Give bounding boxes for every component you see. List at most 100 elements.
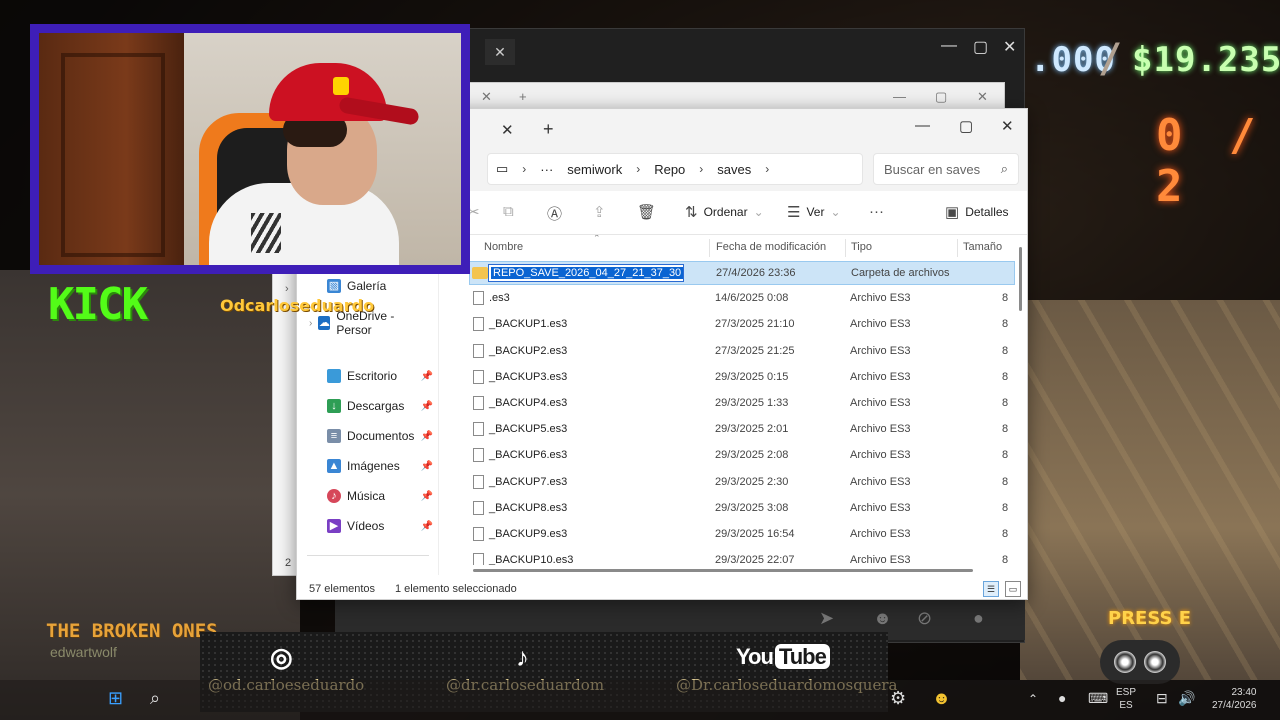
- file-date: 29/3/2025 16:54: [715, 528, 795, 540]
- add-tab-icon[interactable]: +: [543, 119, 554, 140]
- column-type[interactable]: Tipo: [851, 241, 872, 253]
- youtube-logo-a: You: [736, 644, 774, 669]
- chevron-right-icon[interactable]: ›: [765, 162, 769, 176]
- file-row[interactable]: _BACKUP6.es3 29/3/2025 2:08 Archivo ES3 8: [469, 444, 1015, 468]
- file-row[interactable]: _BACKUP3.es3 29/3/2025 0:15 Archivo ES3 8: [469, 366, 1015, 390]
- language-indicator[interactable]: ESP ES: [1116, 686, 1136, 712]
- file-row[interactable]: _BACKUP9.es3 29/3/2025 16:54 Archivo ES3 8: [469, 523, 1015, 547]
- file-row[interactable]: _BACKUP7.es3 29/3/2025 2:30 Archivo ES3 8: [469, 471, 1015, 495]
- breadcrumb-item[interactable]: saves: [717, 162, 751, 177]
- file-list: Nombre ⌃ Fecha de modificación Tipo Tama…: [469, 235, 1015, 565]
- minimize-icon[interactable]: —: [941, 37, 957, 55]
- file-type: Archivo ES3: [850, 344, 911, 357]
- chevron-right-icon: ›: [636, 162, 641, 176]
- minimize-icon[interactable]: —: [893, 89, 906, 104]
- selection-count: 1 elemento seleccionado: [395, 583, 517, 595]
- keyboard-icon[interactable]: ⌨: [1088, 690, 1108, 707]
- attach-icon[interactable]: ⊘: [917, 608, 932, 629]
- view-button[interactable]: ☰ Ver ⌄: [787, 203, 841, 221]
- column-divider[interactable]: [957, 239, 958, 257]
- file-name: .es3: [489, 292, 510, 305]
- folder-row[interactable]: REPO_SAVE_2026_04_27_21_37_30 27/4/2026 2…: [469, 261, 1015, 285]
- search-input[interactable]: Buscar en saves ⌕: [873, 153, 1019, 185]
- file-name: _BACKUP6.es3: [489, 449, 568, 462]
- file-date: 29/3/2025 2:08: [715, 449, 789, 462]
- volume-icon[interactable]: 🔊: [1178, 690, 1195, 707]
- breadcrumb-item[interactable]: Repo: [654, 162, 685, 177]
- app-icon[interactable]: ☻: [932, 688, 951, 709]
- sidebar-item-videos[interactable]: ▶ Vídeos 📌: [327, 519, 437, 533]
- copy-icon[interactable]: ⧉: [503, 203, 514, 220]
- mic-icon[interactable]: ●: [973, 608, 984, 629]
- file-row[interactable]: _BACKUP4.es3 29/3/2025 1:33 Archivo ES3 8: [469, 392, 1015, 416]
- add-tab-icon[interactable]: +: [519, 89, 527, 104]
- youtube-logo: You Tube: [736, 644, 830, 670]
- minimize-icon[interactable]: —: [915, 117, 930, 134]
- column-divider[interactable]: [845, 239, 846, 257]
- rename-input[interactable]: REPO_SAVE_2026_04_27_21_37_30: [488, 264, 684, 282]
- horizontal-scrollbar[interactable]: [473, 569, 973, 572]
- rename-icon[interactable]: Ⓐ: [547, 203, 562, 224]
- file-row[interactable]: _BACKUP1.es3 27/3/2025 21:10 Archivo ES3 8: [469, 313, 1015, 337]
- taskbar: ⊞ ⌕ ⚙ ☻ ⌃ ● ⌨ ESP ES ⊟ 🔊 23:40 27/4/2026: [0, 680, 1280, 720]
- maximize-icon[interactable]: ▢: [973, 37, 988, 57]
- vertical-scrollbar[interactable]: [1019, 247, 1022, 311]
- close-icon[interactable]: ✕: [977, 89, 988, 105]
- file-row[interactable]: _BACKUP5.es3 29/3/2025 2:01 Archivo ES3 8: [469, 418, 1015, 442]
- file-size: 8: [1002, 528, 1009, 540]
- column-divider[interactable]: [709, 239, 710, 257]
- close-icon[interactable]: ✕: [1001, 117, 1014, 135]
- windows-start-icon[interactable]: ⊞: [108, 688, 123, 709]
- send-icon[interactable]: ➤: [819, 608, 834, 629]
- chevron-up-icon[interactable]: ⌃: [1028, 692, 1038, 706]
- details-pane-icon: ▣: [945, 204, 960, 221]
- close-icon[interactable]: ✕: [485, 39, 515, 65]
- file-row[interactable]: _BACKUP8.es3 29/3/2025 3:08 Archivo ES3 8: [469, 497, 1015, 521]
- search-icon[interactable]: ⌕: [150, 688, 160, 709]
- share-icon[interactable]: ⇪: [593, 203, 606, 221]
- column-date[interactable]: Fecha de modificación: [716, 241, 826, 253]
- pin-icon: 📌: [420, 430, 433, 442]
- sidebar-item-pictures[interactable]: ▲ Imágenes 📌: [327, 459, 437, 473]
- more-options-icon[interactable]: ···: [869, 203, 884, 220]
- tiktok-icon: ♪: [516, 642, 529, 672]
- sidebar-item-desktop[interactable]: Escritorio 📌: [327, 369, 437, 383]
- close-tab-icon[interactable]: ✕: [501, 121, 514, 139]
- folder-icon: [472, 267, 488, 279]
- breadcrumb-item[interactable]: semiwork: [567, 162, 622, 177]
- file-size: 8: [1002, 370, 1009, 383]
- tiles-view-icon[interactable]: ▭: [1005, 581, 1021, 597]
- details-view-icon[interactable]: ☰: [983, 581, 999, 597]
- steam-icon[interactable]: ⚙: [890, 688, 906, 709]
- file-icon: [473, 317, 484, 332]
- sidebar-item-music[interactable]: ♪ Música 📌: [327, 489, 437, 503]
- file-name: _BACKUP7.es3: [489, 475, 568, 488]
- desktop-icon: [327, 369, 341, 383]
- network-icon[interactable]: ⊟: [1156, 690, 1168, 707]
- details-button[interactable]: ▣ Detalles: [945, 203, 1009, 221]
- sidebar-item-downloads[interactable]: ↓ Descargas 📌: [327, 399, 437, 413]
- delete-icon[interactable]: 🗑: [637, 203, 656, 221]
- close-icon[interactable]: ✕: [481, 89, 492, 105]
- search-placeholder: Buscar en saves: [884, 162, 981, 177]
- emoji-icon[interactable]: ☻: [873, 608, 892, 629]
- column-size[interactable]: Tamaño: [963, 241, 1002, 253]
- address-bar[interactable]: ▭ › ··· semiwork › Repo › saves ›: [487, 153, 863, 185]
- maximize-icon[interactable]: ▢: [959, 117, 973, 135]
- close-icon[interactable]: ✕: [1003, 37, 1016, 57]
- file-icon: [473, 343, 484, 358]
- more-path-icon[interactable]: ···: [540, 162, 553, 177]
- clock[interactable]: 23:40 27/4/2026: [1212, 686, 1257, 712]
- file-row[interactable]: _BACKUP10.es3 29/3/2025 22:07 Archivo ES3 8: [469, 549, 1015, 565]
- mic-icon[interactable]: ●: [1058, 690, 1066, 706]
- sidebar-item-gallery[interactable]: ▧ Galería: [327, 279, 437, 293]
- file-row[interactable]: .es3 14/6/2025 0:08 Archivo ES3 8: [469, 287, 1015, 311]
- file-date: 29/3/2025 2:01: [715, 423, 789, 436]
- file-name: _BACKUP10.es3: [489, 554, 574, 565]
- sort-button[interactable]: ⇅ Ordenar ⌄: [685, 203, 764, 221]
- sidebar-item-documents[interactable]: ≡ Documentos 📌: [327, 429, 437, 443]
- maximize-icon[interactable]: ▢: [935, 89, 947, 105]
- column-name[interactable]: Nombre: [484, 241, 523, 253]
- file-row[interactable]: _BACKUP2.es3 27/3/2025 21:25 Archivo ES3 8: [469, 340, 1015, 364]
- file-name: _BACKUP9.es3: [489, 528, 568, 540]
